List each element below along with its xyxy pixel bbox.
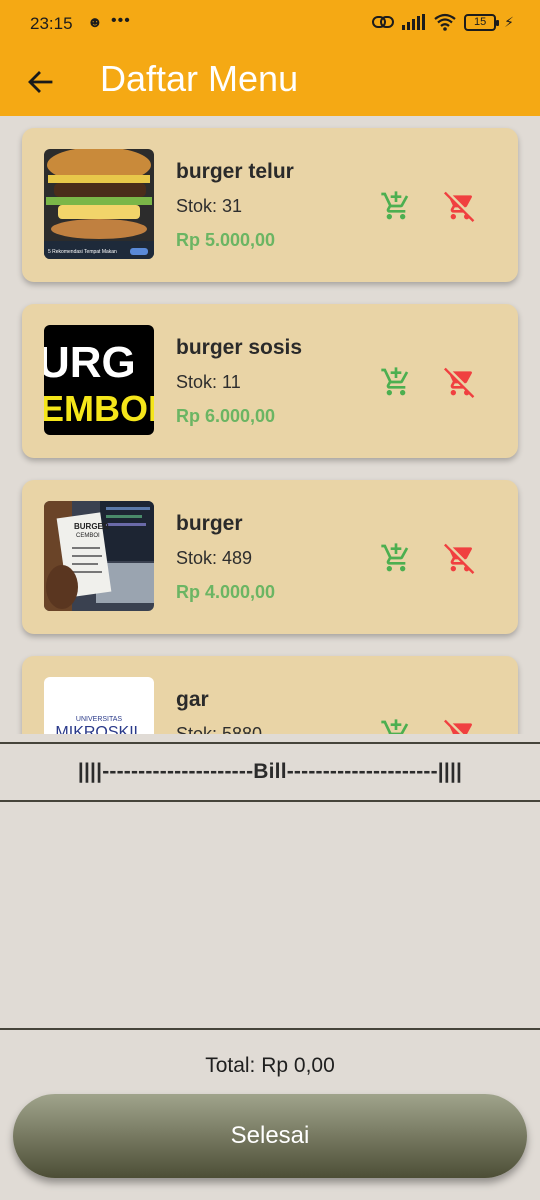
remove-shopping-cart-icon <box>444 191 475 222</box>
remove-from-cart-button[interactable] <box>440 538 480 578</box>
menu-item-image: UNIVERSITAS MIKROSKIL <box>44 677 154 734</box>
add-shopping-cart-icon <box>381 719 409 734</box>
thumb-text-line1: URG <box>44 338 136 387</box>
finish-button-label: Selesai <box>230 1122 310 1149</box>
add-shopping-cart-icon <box>381 367 409 396</box>
remove-from-cart-button[interactable] <box>440 714 480 734</box>
remove-shopping-cart-icon <box>444 719 472 734</box>
finish-button[interactable]: Selesai <box>13 1094 527 1178</box>
add-shopping-cart-icon <box>381 191 409 220</box>
smiley-icon: ☻ <box>87 14 103 31</box>
menu-item-name: burger <box>176 512 243 535</box>
menu-item-name: burger sosis <box>176 336 303 359</box>
more-notifications-icon: ••• <box>111 12 131 29</box>
link-icon <box>372 16 395 28</box>
add-to-cart-button[interactable] <box>376 362 416 402</box>
charging-icon: ⚡ <box>504 13 514 30</box>
bill-list <box>0 803 540 1028</box>
menu-item-stock: Stok: 489 <box>176 548 253 568</box>
menu-item-price: Rp 4.000,00 <box>176 582 276 602</box>
menu-item-stock: Stok: 11 <box>176 372 241 392</box>
arrow-back-icon <box>28 71 53 93</box>
menu-item-stock: Stok: 31 <box>176 196 243 216</box>
menu-item-stock: Stok: 5880 <box>176 724 263 734</box>
page-title: Daftar Menu <box>100 58 299 99</box>
thumb-caption: 5 Rekomendasi Tempat Makan <box>48 249 117 255</box>
menu-item-card: URG EMBOI burger sosis Stok: 11 Rp 6.000… <box>22 304 518 458</box>
total-label: Total: Rp 0,00 <box>205 1054 335 1077</box>
menu-item-price: Rp 6.000,00 <box>176 406 276 426</box>
add-to-cart-button[interactable] <box>376 538 416 578</box>
menu-item-image: URG EMBOI <box>44 325 154 435</box>
remove-shopping-cart-icon <box>444 543 475 574</box>
add-shopping-cart-icon <box>381 543 409 572</box>
menu-item-name: burger telur <box>176 160 294 183</box>
remove-shopping-cart-icon <box>444 367 475 398</box>
menu-item-card: BURGER CEMBOI burger Stok: 489 Rp 4.000,… <box>22 480 518 634</box>
thumb-text-line2: EMBOI <box>44 388 154 429</box>
remove-from-cart-button[interactable] <box>440 362 480 402</box>
thumb-receipt-sub: CEMBOI <box>76 533 100 539</box>
status-time: 23:15 <box>30 14 73 33</box>
add-to-cart-button[interactable] <box>376 186 416 226</box>
app-bar: Daftar Menu <box>0 48 540 116</box>
bill-divider-top <box>0 742 540 744</box>
menu-item-card: 5 Rekomendasi Tempat Makan burger telur … <box>22 128 518 282</box>
remove-from-cart-button[interactable] <box>440 186 480 226</box>
thumb-logo-line2: MIKROSKIL <box>55 724 142 734</box>
battery-level: 15 <box>474 15 487 28</box>
bill-divider-end <box>0 1028 540 1030</box>
menu-list[interactable]: 5 Rekomendasi Tempat Makan burger telur … <box>0 116 540 734</box>
thumb-receipt-label: BURGER <box>74 522 109 531</box>
bill-divider-bottom <box>0 800 540 802</box>
add-to-cart-button[interactable] <box>376 714 416 734</box>
menu-item-price: Rp 5.000,00 <box>176 230 276 250</box>
back-button[interactable] <box>18 60 62 104</box>
bill-header: ||||---------------------Bill-----------… <box>77 760 463 783</box>
menu-item-card: UNIVERSITAS MIKROSKIL gar Stok: 5880 <box>22 656 518 734</box>
menu-item-image: 5 Rekomendasi Tempat Makan <box>44 149 154 259</box>
status-icons: 15 ⚡ <box>372 13 514 31</box>
thumb-logo-line1: UNIVERSITAS <box>76 716 122 723</box>
menu-item-image: BURGER CEMBOI <box>44 501 154 611</box>
signal-icon <box>402 14 426 30</box>
menu-item-name: gar <box>176 688 209 711</box>
status-bar: 23:15 ☻ ••• 15 ⚡ <box>0 0 540 48</box>
wifi-icon <box>434 13 456 31</box>
battery-icon: 15 <box>464 13 500 31</box>
